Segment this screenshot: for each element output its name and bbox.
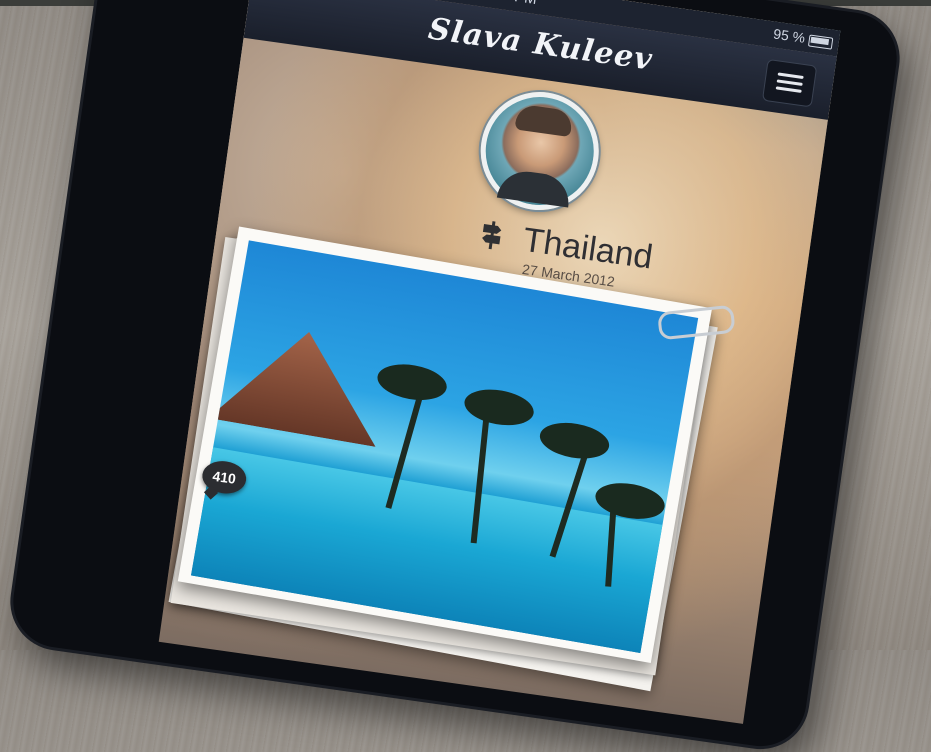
hamburger-icon — [776, 79, 803, 86]
hamburger-icon — [777, 72, 804, 80]
palm-tree — [537, 418, 612, 464]
phone-device: 5 PM 95 % Slava Kuleev Thailand 27 March… — [7, 0, 903, 752]
battery-icon — [807, 34, 834, 50]
profile-name-title: Slava Kuleev — [426, 11, 655, 78]
avatar-shirt — [496, 167, 573, 208]
beach-photo — [190, 240, 699, 654]
signpost-icon — [482, 221, 502, 250]
hut-roof — [205, 317, 393, 464]
menu-button[interactable] — [761, 58, 818, 108]
palm-tree — [374, 359, 450, 405]
avatar[interactable] — [473, 84, 607, 218]
palm-tree — [461, 384, 537, 431]
battery-percentage: 95 % — [772, 25, 807, 46]
avatar-hair — [514, 103, 574, 138]
hamburger-icon — [775, 86, 802, 93]
app-screen: 5 PM 95 % Slava Kuleev Thailand 27 March… — [158, 0, 841, 724]
pool-water — [190, 447, 663, 654]
status-time: 5 PM — [501, 0, 538, 8]
